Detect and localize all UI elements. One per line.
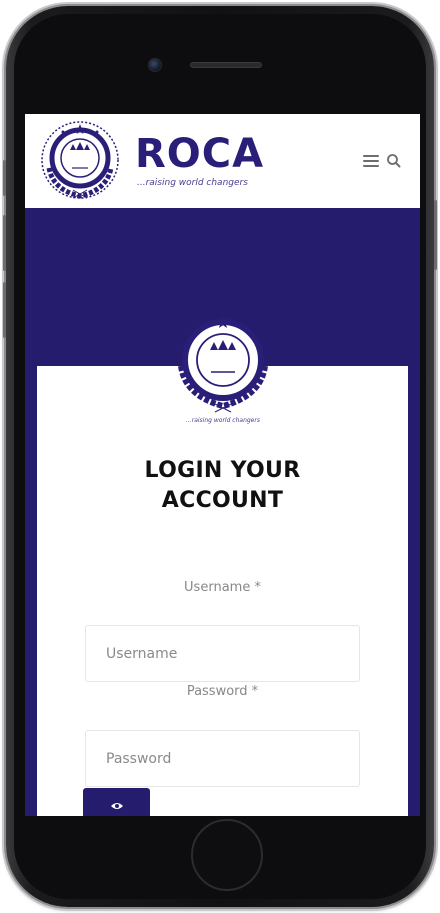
earpiece-speaker — [190, 62, 262, 68]
search-icon[interactable] — [385, 152, 403, 170]
brand-tagline: ...raising world changers — [137, 178, 248, 188]
screen: ROCA ...raising world changers ...raisin… — [25, 114, 420, 816]
brand-name[interactable]: ROCA — [135, 132, 264, 176]
page-title-line1: LOGIN YOUR — [144, 458, 301, 483]
site-header: ROCA ...raising world changers — [25, 114, 420, 208]
show-password-button[interactable] — [83, 788, 150, 816]
roca-academy-logo[interactable] — [39, 120, 121, 202]
page-title-line2: ACCOUNT — [161, 488, 284, 513]
menu-line — [363, 155, 379, 157]
mute-switch — [3, 160, 6, 196]
card-academy-logo: ...raising world changers — [178, 316, 268, 424]
password-input[interactable] — [85, 730, 360, 787]
hamburger-menu-icon[interactable] — [363, 155, 379, 167]
page-title: LOGIN YOUR ACCOUNT — [25, 456, 420, 516]
menu-line — [363, 160, 379, 162]
username-label: Username * — [184, 580, 261, 595]
volume-up-button — [3, 215, 6, 271]
power-button — [434, 200, 437, 270]
front-camera — [148, 58, 162, 72]
password-label: Password * — [186, 684, 259, 699]
eye-icon — [110, 803, 123, 809]
menu-line — [363, 165, 379, 167]
card-logo-tagline: ...raising world changers — [186, 417, 260, 424]
username-input[interactable] — [85, 625, 360, 682]
home-button[interactable] — [191, 819, 263, 891]
volume-down-button — [3, 282, 6, 338]
